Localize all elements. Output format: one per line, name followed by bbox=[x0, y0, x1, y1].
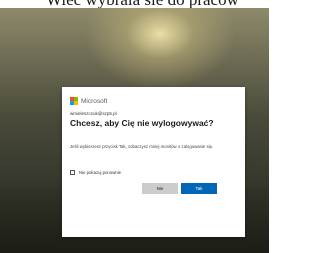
yes-button[interactable]: Tak bbox=[181, 183, 217, 194]
dont-show-again-label[interactable]: Nie pokazuj ponownie bbox=[79, 170, 121, 175]
microsoft-logo-icon bbox=[70, 97, 78, 105]
dialog-title: Chcesz, aby Cię nie wylogowywać? bbox=[70, 118, 214, 128]
dont-show-again-checkbox[interactable] bbox=[70, 170, 75, 175]
top-caption: Wiec wybrala sie do pracow bbox=[46, 0, 239, 8]
brand-name: Microsoft bbox=[81, 97, 108, 105]
account-email: wmieleszczuk@szp5.pl bbox=[70, 111, 117, 116]
dialog-description: Jeśli wybierzesz przycisk Tak, zobaczysz… bbox=[70, 144, 214, 149]
microsoft-logo: Microsoft bbox=[70, 97, 107, 105]
top-strip: Wiec wybrala sie do pracow bbox=[0, 0, 269, 8]
no-button[interactable]: Nie bbox=[142, 183, 178, 194]
dont-show-again-row[interactable]: Nie pokazuj ponownie bbox=[70, 170, 121, 175]
stay-signed-in-dialog: Microsoft wmieleszczuk@szp5.pl Chcesz, a… bbox=[62, 87, 245, 237]
